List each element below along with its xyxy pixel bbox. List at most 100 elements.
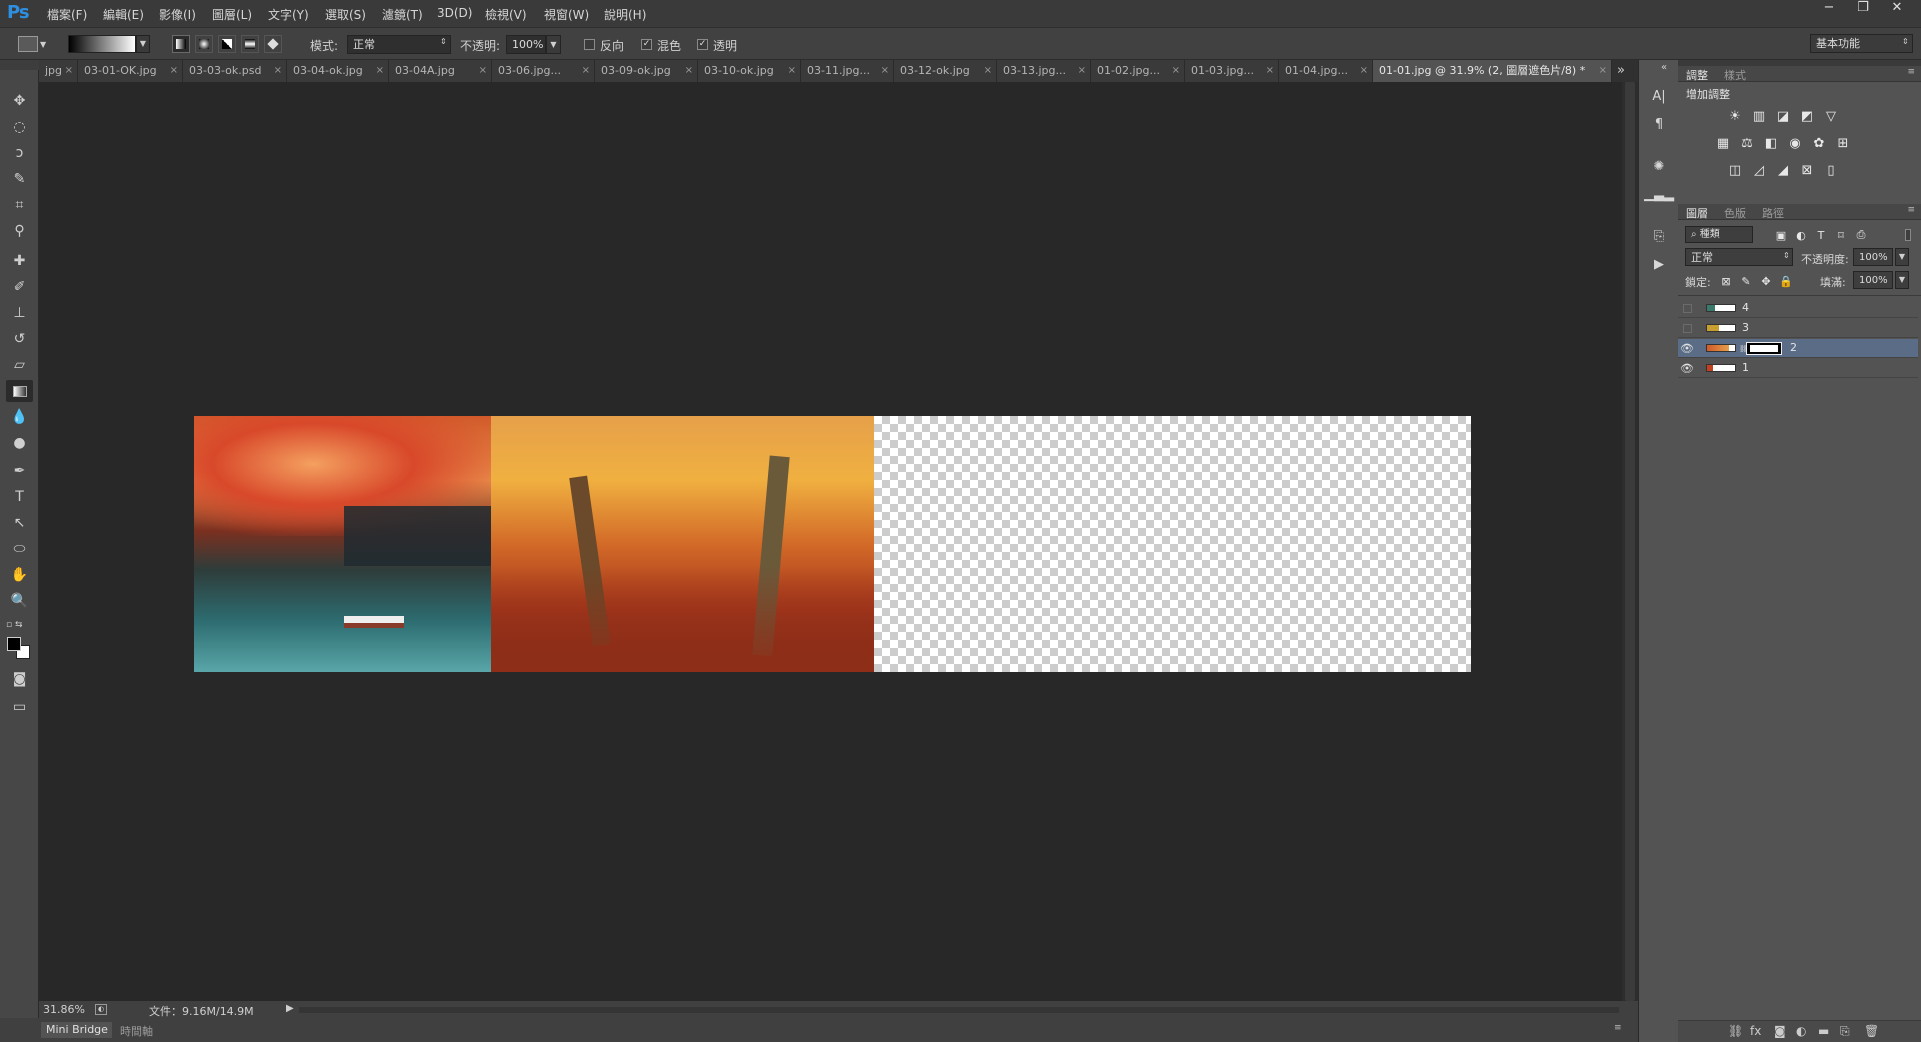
zoom-readout[interactable]: 31.86% — [43, 1003, 85, 1016]
dither-checkbox[interactable]: ✓ — [641, 39, 652, 50]
opacity-dropdown-icon[interactable]: ▼ — [1895, 248, 1909, 266]
scrollbar-thumb[interactable] — [1625, 82, 1635, 1001]
character-panel-icon[interactable]: A| — [1649, 86, 1669, 106]
menu-select[interactable]: 選取(S) — [325, 6, 366, 23]
menu-layer[interactable]: 圖層(L) — [212, 6, 252, 23]
marquee-tool-icon[interactable]: ◌ — [6, 116, 33, 138]
filter-type-icon[interactable]: T — [1813, 227, 1829, 243]
tab-close-icon[interactable]: × — [1266, 60, 1274, 82]
filter-toggle[interactable] — [1905, 229, 1911, 241]
tab-channels[interactable]: 色版 — [1724, 205, 1746, 221]
fill-dropdown-icon[interactable]: ▼ — [1895, 271, 1909, 289]
menu-image[interactable]: 影像(I) — [159, 6, 196, 23]
posterize-icon[interactable]: ◿ — [1751, 162, 1767, 178]
opacity-chevron-icon[interactable]: ▼ — [546, 35, 561, 54]
tab-close-icon[interactable]: × — [274, 60, 282, 82]
lock-pixels-icon[interactable]: ✎ — [1738, 273, 1754, 289]
actions-play-icon[interactable]: ▶ — [1649, 254, 1669, 274]
menu-view[interactable]: 檢視(V) — [485, 6, 527, 23]
menu-type[interactable]: 文字(Y) — [268, 6, 309, 23]
layer-filter-select[interactable]: ⌕ 種類 — [1685, 226, 1753, 243]
lasso-tool-icon[interactable]: ↄ — [6, 142, 33, 164]
quick-mask-icon[interactable]: ◙ — [6, 668, 33, 690]
layer-name[interactable]: 3 — [1742, 321, 1749, 334]
menu-window[interactable]: 視窗(W) — [544, 6, 589, 23]
blur-tool-icon[interactable]: 💧 — [6, 406, 33, 428]
swap-colors-icon[interactable]: ▫ ⇆ — [6, 620, 30, 630]
tab-close-icon[interactable]: × — [984, 60, 992, 82]
vibrance-icon[interactable]: ▽ — [1823, 108, 1839, 124]
tab-close-icon[interactable]: × — [582, 60, 590, 82]
tab-timeline[interactable]: 時間軸 — [120, 1023, 153, 1039]
minimize-button[interactable]: − — [1812, 0, 1846, 18]
panel-menu-icon[interactable]: ≡ — [1907, 205, 1915, 215]
ellipse-tool-icon[interactable]: ⬭ — [6, 538, 33, 560]
gradient-tool-icon[interactable] — [6, 380, 33, 402]
tab-layers[interactable]: 圖層 — [1686, 205, 1708, 221]
filter-adjustment-icon[interactable]: ◐ — [1793, 227, 1809, 243]
fill-input[interactable]: 100% — [1853, 271, 1893, 289]
tab-document[interactable]: 03-06.jpg... × — [492, 60, 595, 82]
mask-icon[interactable]: ◙ — [1774, 1024, 1786, 1038]
eyedropper-tool-icon[interactable]: ⚲ — [6, 220, 33, 242]
tab-close-icon[interactable]: × — [881, 60, 889, 82]
lock-all-icon[interactable]: 🔒 — [1778, 273, 1794, 289]
selective-color-icon[interactable]: ⊠ — [1799, 162, 1815, 178]
tab-close-icon[interactable]: × — [65, 60, 73, 82]
layer-row[interactable]: 👁 1 — [1678, 359, 1918, 378]
restore-button[interactable]: ❐ — [1846, 0, 1880, 18]
menu-filter[interactable]: 濾鏡(T) — [382, 6, 423, 23]
color-lookup-icon[interactable]: ⊞ — [1835, 135, 1851, 151]
layer-name[interactable]: 4 — [1742, 301, 1749, 314]
tab-document[interactable]: 03-03-ok.psd × — [183, 60, 287, 82]
filter-smart-object-icon[interactable]: ⎙ — [1853, 227, 1869, 243]
close-button[interactable]: ✕ — [1880, 0, 1914, 18]
tab-document[interactable]: 01-03.jpg... × — [1185, 60, 1279, 82]
tab-close-icon[interactable]: × — [685, 60, 693, 82]
tool-preset-icon[interactable] — [18, 36, 38, 52]
layer-row[interactable]: 3 — [1678, 319, 1918, 338]
path-selection-tool-icon[interactable]: ↖ — [6, 512, 33, 534]
info-icon[interactable]: ◐ — [95, 1004, 107, 1015]
panel-menu-icon[interactable]: ≡ — [1614, 1023, 1622, 1033]
gradient-map-icon[interactable]: ▯ — [1823, 162, 1839, 178]
blend-mode-select[interactable]: 正常 — [1685, 248, 1793, 266]
new-layer-icon[interactable]: ⎘ — [1840, 1024, 1850, 1039]
status-menu-arrow-icon[interactable]: ▶ — [286, 1003, 294, 1014]
tab-paths[interactable]: 路徑 — [1762, 205, 1784, 221]
crop-tool-icon[interactable]: ⌗ — [6, 194, 33, 216]
document-canvas[interactable] — [194, 416, 1471, 672]
healing-brush-tool-icon[interactable]: ✚ — [6, 250, 33, 272]
filter-shape-icon[interactable]: ⌑ — [1833, 227, 1849, 243]
tab-close-icon[interactable]: × — [376, 60, 384, 82]
tab-close-icon[interactable]: × — [1599, 60, 1607, 82]
lock-transparency-icon[interactable]: ⊠ — [1718, 273, 1734, 289]
menu-file[interactable]: 檔案(F) — [47, 6, 87, 23]
brush-panel-icon[interactable]: ✺ — [1649, 156, 1669, 176]
tab-close-icon[interactable]: × — [1172, 60, 1180, 82]
hand-tool-icon[interactable]: ✋ — [6, 564, 33, 586]
reverse-checkbox[interactable] — [584, 39, 595, 50]
levels-icon[interactable]: ▥ — [1751, 108, 1767, 124]
tab-close-icon[interactable]: × — [170, 60, 178, 82]
paragraph-panel-icon[interactable]: ¶ — [1649, 114, 1669, 134]
color-balance-icon[interactable]: ⚖ — [1739, 135, 1755, 151]
histogram-panel-icon[interactable]: ▁▃▂ — [1644, 184, 1674, 204]
tab-document[interactable]: 03-11.jpg... × — [801, 60, 894, 82]
history-brush-tool-icon[interactable]: ↺ — [6, 328, 33, 350]
tab-close-icon[interactable]: × — [1078, 60, 1086, 82]
trash-icon[interactable]: 🗑 — [1864, 1024, 1879, 1038]
hue-saturation-icon[interactable]: ▦ — [1715, 135, 1731, 151]
curves-icon[interactable]: ◪ — [1775, 108, 1791, 124]
tab-close-icon[interactable]: × — [1360, 60, 1368, 82]
canvas-area[interactable] — [39, 82, 1622, 1001]
tab-active-document[interactable]: 01-01.jpg @ 31.9% (2, 圖層遮色片/8) * × — [1373, 60, 1612, 82]
horizontal-scrollbar[interactable] — [299, 1007, 1619, 1013]
folder-icon[interactable]: ▬ — [1818, 1024, 1829, 1038]
zoom-tool-icon[interactable]: 🔍 — [6, 590, 33, 612]
menu-edit[interactable]: 編輯(E) — [103, 6, 144, 23]
menu-3d[interactable]: 3D(D) — [437, 6, 472, 20]
filter-pixel-icon[interactable]: ▣ — [1773, 227, 1789, 243]
linear-gradient-icon[interactable] — [172, 35, 190, 53]
gradient-preview[interactable] — [68, 35, 136, 53]
